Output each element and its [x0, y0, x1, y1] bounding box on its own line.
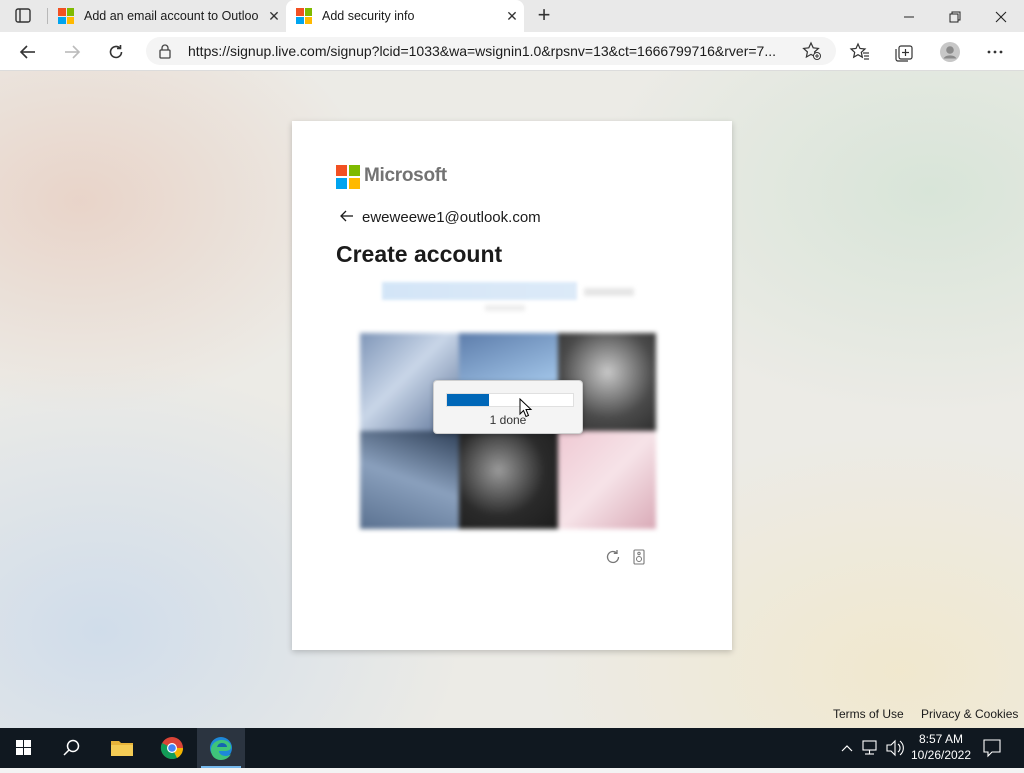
tab-title: Add security info — [322, 9, 415, 23]
privacy-cookies-link[interactable]: Privacy & Cookies — [921, 707, 1018, 721]
minimize-button[interactable] — [886, 0, 932, 32]
progress-fill — [447, 394, 489, 406]
microsoft-favicon-icon — [296, 8, 312, 24]
reload-challenge-icon[interactable] — [604, 548, 622, 566]
back-button[interactable] — [14, 37, 42, 65]
profile-avatar-icon[interactable] — [939, 41, 961, 63]
browser-toolbar: https://signup.live.com/signup?lcid=1033… — [0, 32, 1024, 71]
address-bar[interactable]: https://signup.live.com/signup?lcid=1033… — [146, 37, 836, 65]
start-button[interactable] — [0, 728, 48, 768]
forward-button[interactable] — [58, 37, 86, 65]
tab-close-icon[interactable]: ✕ — [262, 8, 286, 25]
add-favorite-icon[interactable] — [802, 41, 822, 61]
lock-icon[interactable] — [158, 43, 172, 59]
new-tab-button[interactable]: + — [532, 4, 556, 28]
progress-bar — [446, 393, 574, 407]
show-hidden-icons-icon[interactable] — [838, 728, 856, 768]
network-icon[interactable] — [860, 728, 882, 768]
tab-actions-icon[interactable] — [12, 6, 34, 26]
terms-of-use-link[interactable]: Terms of Use — [833, 707, 904, 721]
edge-icon[interactable] — [197, 728, 245, 768]
progress-label: 1 done — [489, 413, 527, 427]
blurred-instruction-text — [584, 288, 634, 296]
blurred-instruction-text — [382, 282, 577, 300]
tab-close-icon[interactable]: ✕ — [500, 8, 524, 25]
signup-card: Microsoft eweweewe1@outlook.com Create a… — [292, 121, 732, 650]
blurred-instruction-text — [485, 305, 525, 311]
chrome-icon[interactable] — [148, 728, 196, 768]
file-explorer-icon[interactable] — [98, 728, 146, 768]
close-window-button[interactable] — [978, 0, 1024, 32]
back-arrow-icon[interactable] — [340, 209, 354, 228]
system-clock[interactable]: 8:57 AM 10/26/2022 — [910, 731, 972, 763]
collections-icon[interactable] — [893, 41, 915, 63]
mouse-cursor-icon — [519, 397, 533, 418]
microsoft-logo-icon — [336, 165, 360, 189]
tab-outlook[interactable]: Add an email account to Outloo ✕ — [48, 0, 286, 32]
tab-title: Add an email account to Outloo — [84, 9, 259, 23]
clock-time: 8:57 AM — [918, 732, 964, 746]
account-identity: eweweewe1@outlook.com — [362, 209, 541, 226]
clock-date: 10/26/2022 — [910, 748, 972, 762]
refresh-button[interactable] — [102, 37, 130, 65]
more-menu-icon[interactable] — [984, 41, 1006, 63]
volume-icon[interactable] — [884, 728, 906, 768]
microsoft-favicon-icon — [58, 8, 74, 24]
progress-popup: 1 done — [433, 380, 583, 434]
restore-button[interactable] — [932, 0, 978, 32]
search-icon[interactable] — [48, 728, 96, 768]
favorites-icon[interactable] — [849, 41, 871, 63]
microsoft-logo-text: Microsoft — [364, 165, 447, 186]
audio-challenge-icon[interactable] — [633, 549, 645, 565]
url-text[interactable]: https://signup.live.com/signup?lcid=1033… — [188, 43, 793, 59]
page-title: Create account — [336, 241, 503, 267]
taskbar: 8:57 AM 10/26/2022 — [0, 728, 1024, 768]
page-content: Microsoft eweweewe1@outlook.com Create a… — [0, 71, 1024, 728]
notifications-icon[interactable] — [980, 728, 1004, 768]
tab-strip: Add an email account to Outloo ✕ Add sec… — [0, 0, 1024, 32]
tab-security-info[interactable]: Add security info ✕ — [286, 0, 524, 32]
